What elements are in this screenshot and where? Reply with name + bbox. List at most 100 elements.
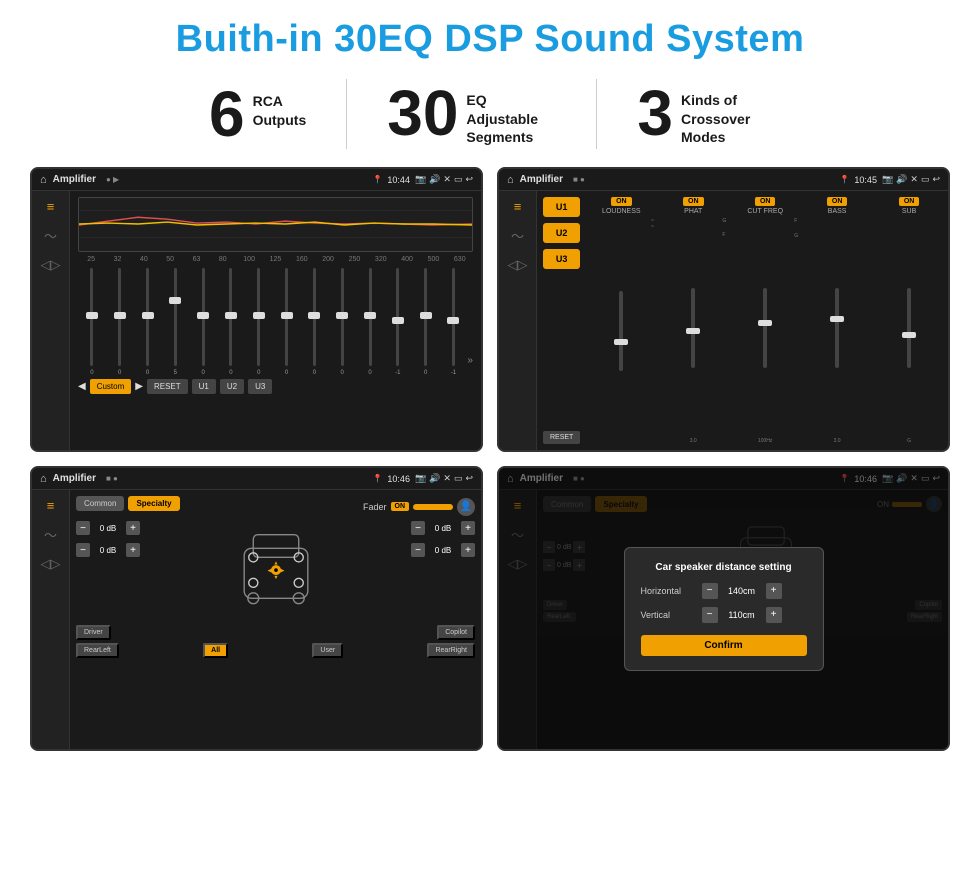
status-bar-1: ⌂ Amplifier ● ▶ 📍 10:44 📷 🔊 ✕ ▭ ↩: [32, 169, 481, 191]
horizontal-plus[interactable]: +: [766, 583, 782, 599]
sidebar-vol-icon-3[interactable]: ◁▷: [41, 556, 61, 572]
bottom-labels-3: Driver Copilot: [76, 625, 475, 640]
eq-slider-12[interactable]: 0: [412, 266, 440, 376]
sub-slider[interactable]: [876, 218, 942, 438]
cutfreq-label: CUT FREQ: [747, 208, 783, 215]
eq-slider-1[interactable]: 0: [106, 266, 134, 376]
camera-icon-3: 📷: [415, 473, 426, 484]
user-btn[interactable]: User: [312, 643, 343, 658]
vol-plus-rb[interactable]: +: [461, 543, 475, 557]
next-arrow[interactable]: ▶: [135, 381, 143, 392]
screen-amp: ⌂ Amplifier ■ ● 📍 10:45 📷 🔊 ✕ ▭ ↩: [497, 167, 950, 452]
cutfreq-on: ON: [755, 197, 776, 206]
eq-slider-11[interactable]: -1: [384, 266, 412, 376]
fader-slider[interactable]: [413, 504, 453, 510]
vol-plus-rt[interactable]: +: [461, 521, 475, 535]
confirm-button[interactable]: Confirm: [641, 635, 807, 656]
location-icon-1: 📍: [372, 175, 382, 184]
reset-btn-2[interactable]: RESET: [543, 431, 580, 444]
specialty-area: Common Specialty Fader ON 👤: [70, 490, 481, 749]
driver-btn[interactable]: Driver: [76, 625, 111, 640]
u1-btn[interactable]: U1: [543, 197, 580, 217]
sidebar-wave-icon-2[interactable]: 〜: [511, 226, 524, 245]
eq-label-1: 32: [104, 256, 130, 263]
sidebar-eq-icon[interactable]: ≡: [47, 199, 55, 214]
u3-btn-1[interactable]: U3: [248, 379, 272, 394]
stat-rca-number: 6: [209, 82, 245, 146]
common-tab[interactable]: Common: [76, 496, 124, 511]
sidebar-eq-icon-3[interactable]: ≡: [47, 498, 55, 513]
u2-btn-1[interactable]: U2: [220, 379, 244, 394]
screen2-content: ≡ 〜 ◁▷ U1 U2 U3 RESET ON LO: [499, 191, 948, 450]
home-icon-3[interactable]: ⌂: [40, 473, 47, 485]
back-icon-2[interactable]: ↩: [932, 174, 940, 185]
eq-slider-4[interactable]: 0: [189, 266, 217, 376]
vol-minus-rt[interactable]: −: [411, 521, 425, 535]
reset-btn-1[interactable]: RESET: [147, 379, 188, 394]
stat-crossover-label: Kinds ofCrossover Modes: [681, 81, 771, 148]
back-icon-1[interactable]: ↩: [465, 174, 473, 185]
back-icon-3[interactable]: ↩: [465, 473, 473, 484]
eq-slider-10[interactable]: 0: [356, 266, 384, 376]
eq-slider-2[interactable]: 0: [134, 266, 162, 376]
vertical-stepper: − 110cm +: [702, 607, 782, 623]
sidebar-wave-icon[interactable]: 〜: [44, 226, 57, 245]
car-diagram: ▲ ▼ ◀ ▶: [146, 521, 405, 621]
loudness-slider[interactable]: ~~: [588, 218, 654, 444]
custom-btn[interactable]: Custom: [90, 379, 132, 394]
dialog-box: Car speaker distance setting Horizontal …: [624, 547, 824, 671]
sidebar-wave-icon-3[interactable]: 〜: [44, 525, 57, 544]
u3-btn[interactable]: U3: [543, 249, 580, 269]
phat-slider[interactable]: GF: [660, 218, 726, 438]
vertical-minus[interactable]: −: [702, 607, 718, 623]
cutfreq-slider[interactable]: FG: [732, 218, 798, 438]
sidebar-vol-icon[interactable]: ◁▷: [41, 257, 61, 273]
window-icon-1: ▭: [454, 174, 463, 185]
eq-slider-0[interactable]: 0: [78, 266, 106, 376]
camera-icon-2: 📷: [882, 174, 893, 185]
u2-btn[interactable]: U2: [543, 223, 580, 243]
home-icon-2[interactable]: ⌂: [507, 174, 514, 186]
specialty-tab[interactable]: Specialty: [128, 496, 179, 511]
bass-slider[interactable]: [804, 218, 870, 438]
vol-minus-lb[interactable]: −: [76, 543, 90, 557]
window-icon-3: ▭: [454, 473, 463, 484]
eq-slider-7[interactable]: 0: [273, 266, 301, 376]
icons-right-2: 📷 🔊 ✕ ▭ ↩: [882, 174, 940, 185]
expand-icon[interactable]: »: [467, 355, 473, 366]
eq-slider-6[interactable]: 0: [245, 266, 273, 376]
eq-slider-9[interactable]: 0: [328, 266, 356, 376]
eq-label-6: 100: [236, 256, 262, 263]
home-icon-1[interactable]: ⌂: [40, 174, 47, 186]
tab-row-3: Common Specialty: [76, 496, 180, 511]
volume-icon-3: 🔊: [429, 473, 440, 484]
copilot-btn[interactable]: Copilot: [437, 625, 475, 640]
dialog-overlay: Car speaker distance setting Horizontal …: [499, 468, 948, 749]
vol-plus-lb[interactable]: +: [126, 543, 140, 557]
stat-rca: 6 RCAOutputs: [169, 82, 346, 146]
sidebar-vol-icon-2[interactable]: ◁▷: [508, 257, 528, 273]
eq-slider-13[interactable]: -1: [440, 266, 468, 376]
prev-arrow[interactable]: ◀: [78, 381, 86, 392]
avatar-icon[interactable]: 👤: [457, 498, 475, 516]
vol-minus-lt[interactable]: −: [76, 521, 90, 535]
eq-slider-5[interactable]: 0: [217, 266, 245, 376]
phat-on: ON: [683, 197, 704, 206]
eq-slider-3[interactable]: 5: [161, 266, 189, 376]
window-icon-2: ▭: [921, 174, 930, 185]
svg-text:◀: ◀: [267, 568, 271, 574]
rearleft-btn[interactable]: RearLeft: [76, 643, 119, 658]
eq-label-2: 40: [131, 256, 157, 263]
vol-plus-lt[interactable]: +: [126, 521, 140, 535]
sidebar-eq-icon-2[interactable]: ≡: [514, 199, 522, 214]
all-btn[interactable]: All: [203, 643, 228, 658]
u1-btn-1[interactable]: U1: [192, 379, 216, 394]
horizontal-minus[interactable]: −: [702, 583, 718, 599]
vertical-plus[interactable]: +: [766, 607, 782, 623]
eq-label-12: 400: [394, 256, 420, 263]
eq-label-9: 200: [315, 256, 341, 263]
eq-slider-8[interactable]: 0: [301, 266, 329, 376]
vol-row-left-top: − 0 dB +: [76, 521, 140, 535]
vol-minus-rb[interactable]: −: [411, 543, 425, 557]
rearright-btn[interactable]: RearRight: [427, 643, 475, 658]
